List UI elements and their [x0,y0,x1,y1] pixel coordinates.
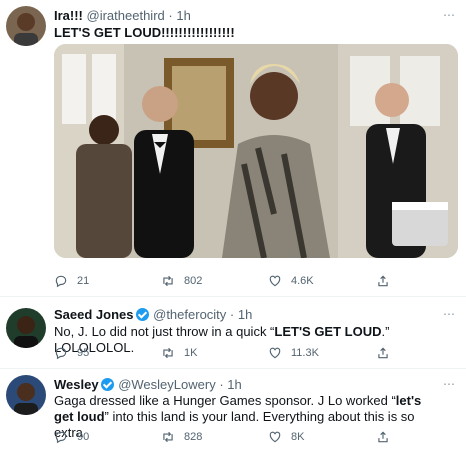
like-count: 8K [291,431,305,443]
avatar[interactable] [6,375,46,415]
tweet-header: Ira!!! @iratheethird · 1h [54,8,191,24]
reply-icon [55,347,67,360]
reply-button[interactable]: 21 [54,274,89,288]
verified-badge-icon [100,378,114,391]
share-icon [378,431,388,443]
reply-icon [55,275,67,288]
like-icon [269,347,281,359]
tweet-text-part: Gaga dressed like a Hunger Games sponsor… [54,393,396,408]
tweet[interactable]: Saeed Jones @theferocity · 1h ⋯ No, J. L… [0,297,466,369]
tweet-text-emphasis: LET'S GET LOUD [274,324,382,339]
reply-count: 90 [77,431,90,443]
separator-dot: · [219,377,224,392]
retweet-icon [163,347,173,359]
share-icon [378,347,388,359]
like-button[interactable]: 8K [268,430,304,444]
more-options-icon[interactable]: ⋯ [443,8,456,22]
share-button[interactable] [376,430,390,444]
tweet-media-image[interactable] [54,44,458,258]
tweet-header: Wesley @WesleyLowery · 1h [54,377,242,393]
like-icon [269,431,281,443]
tweet-text: LET'S GET LOUD!!!!!!!!!!!!!!!!! [54,25,235,40]
reply-count: 95 [77,347,90,359]
reply-count: 21 [77,275,90,287]
tweet[interactable]: Ira!!! @iratheethird · 1h ⋯ LET'S GET LO… [0,0,466,297]
tweet-actions: 90 828 8K [54,430,446,446]
retweet-button[interactable]: 802 [161,274,202,288]
separator-dot: · [168,8,173,23]
reply-button[interactable]: 95 [54,346,89,360]
retweet-count: 802 [184,275,203,287]
share-button[interactable] [376,346,390,360]
tweet[interactable]: Wesley @WesleyLowery · 1h ⋯ Gaga dressed… [0,369,466,453]
share-button[interactable] [376,274,390,288]
verified-badge-icon [135,308,149,321]
avatar[interactable] [6,6,46,46]
share-icon [378,275,388,287]
retweet-icon [163,431,173,443]
reply-button[interactable]: 90 [54,430,89,444]
retweet-button[interactable]: 1K [161,346,197,360]
timestamp[interactable]: 1h [176,8,190,23]
tweet-actions: 95 1K 11.3K [54,346,446,362]
separator-dot: · [229,307,235,322]
tweet-text-part: No, J. Lo did not just throw in a quick … [54,324,275,339]
reply-icon [55,431,67,444]
retweet-button[interactable]: 828 [161,430,202,444]
tweet-actions: 21 802 4.6K [54,274,446,290]
display-name[interactable]: Ira!!! [54,8,83,23]
more-options-icon[interactable]: ⋯ [443,377,456,391]
user-handle[interactable]: @iratheethird [87,8,165,23]
avatar[interactable] [6,308,46,348]
like-count: 4.6K [291,275,314,287]
user-handle[interactable]: @theferocity [153,307,226,322]
tweet-header: Saeed Jones @theferocity · 1h [54,307,252,323]
display-name[interactable]: Saeed Jones [54,307,134,322]
timestamp[interactable]: 1h [238,307,252,322]
timestamp[interactable]: 1h [227,377,241,392]
retweet-count: 1K [184,347,198,359]
like-icon [269,275,281,287]
like-count: 11.3K [291,347,319,359]
like-button[interactable]: 4.6K [268,274,314,288]
retweet-icon [163,275,173,287]
display-name[interactable]: Wesley [54,377,99,392]
user-handle[interactable]: @WesleyLowery [118,377,216,392]
retweet-count: 828 [184,431,203,443]
more-options-icon[interactable]: ⋯ [443,307,456,321]
like-button[interactable]: 11.3K [268,346,319,360]
